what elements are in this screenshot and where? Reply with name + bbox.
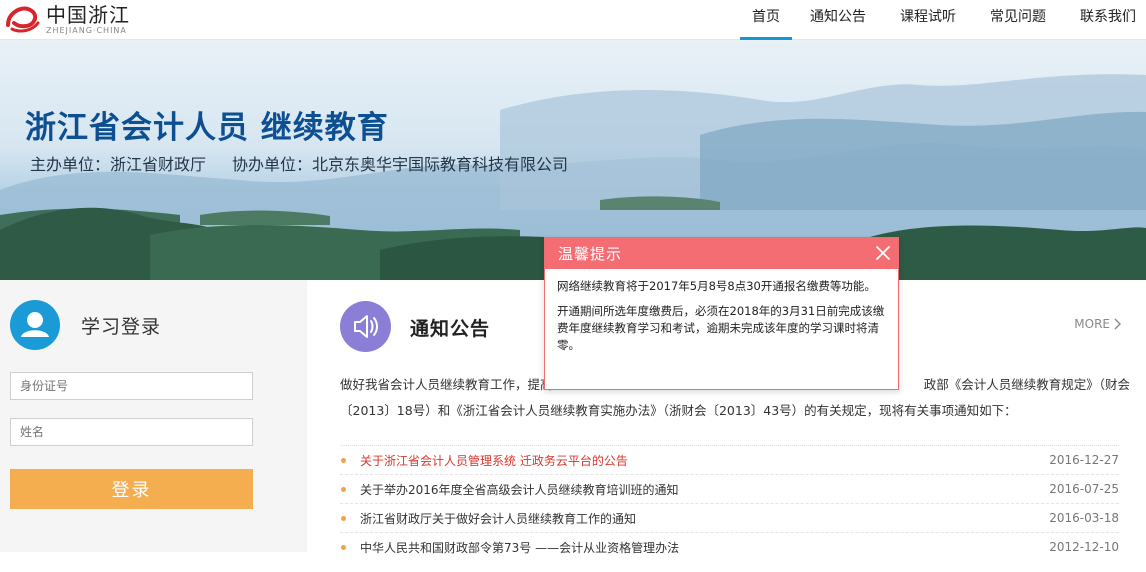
nav-home[interactable]: 首页 [740, 0, 792, 40]
more-link[interactable]: MORE [1074, 317, 1122, 331]
bullet-icon [341, 457, 346, 463]
notice-item-date: 2016-07-25 [1049, 482, 1119, 496]
notice-item-date: 2012-12-10 [1049, 540, 1119, 554]
co-host-text: 协办单位：北京东奥华宇国际教育科技有限公司 [232, 155, 569, 174]
notice-item-title[interactable]: 关于举办2016年度全省高级会计人员继续教育培训班的通知 [360, 481, 1049, 498]
notice-item-title[interactable]: 中华人民共和国财政部令第73号 ——会计从业资格管理办法 [360, 539, 1049, 556]
list-item[interactable]: 关于举办2016年度全省高级会计人员继续教育培训班的通知 2016-07-25 [340, 474, 1119, 503]
modal-title: 温馨提示 [558, 245, 623, 263]
site-logo[interactable]: 中国浙江 ZHEJIANG·CHINA [4, 0, 130, 38]
notice-item-title[interactable]: 关于浙江省会计人员管理系统 迁政务云平台的公告 [360, 452, 1049, 469]
list-item[interactable]: 中华人民共和国财政部令第73号 ——会计从业资格管理办法 2012-12-10 [340, 532, 1119, 561]
reminder-modal: 温馨提示 网络继续教育将于2017年5月8号8点30开通报名缴费等功能。 开通期… [544, 237, 899, 390]
logo-en-text: ZHEJIANG·CHINA [46, 25, 127, 35]
notice-title: 通知公告 [410, 318, 491, 340]
main-nav: 首页 通知公告 课程试听 常见问题 联系我们 [740, 0, 1146, 40]
intro-line-1-end: 政部《会计人员继续教育规定》（财会 [923, 377, 1130, 392]
list-item[interactable]: 浙江省财政厅关于做好会计人员继续教育工作的通知 2016-03-18 [340, 503, 1119, 532]
user-icon [10, 300, 60, 350]
modal-line-2: 开通期间所选年度缴费后，必须在2018年的3月31日前完成该缴费年度继续教育学习… [557, 304, 885, 352]
speaker-icon [340, 301, 391, 352]
notice-item-date: 2016-12-27 [1049, 453, 1119, 467]
nav-contact[interactable]: 联系我们 [1072, 0, 1144, 40]
chevron-right-icon [1114, 318, 1121, 330]
modal-line-1: 网络继续教育将于2017年5月8号8点30开通报名缴费等功能。 [557, 279, 876, 293]
close-icon[interactable] [873, 243, 893, 263]
notice-list: 关于浙江省会计人员管理系统 迁政务云平台的公告 2016-12-27 关于举办2… [340, 445, 1119, 561]
login-button[interactable]: 登录 [10, 469, 253, 509]
site-header: 中国浙江 ZHEJIANG·CHINA 首页 通知公告 课程试听 常见问题 联系… [0, 0, 1146, 40]
banner-subtitle: 主办单位：浙江省财政厅 协办单位：北京东奥华宇国际教育科技有限公司 [30, 151, 568, 175]
notice-item-date: 2016-03-18 [1049, 511, 1119, 525]
more-label: MORE [1074, 317, 1110, 331]
logo-mark-icon [6, 6, 40, 33]
bullet-icon [341, 486, 346, 492]
logo-cn-text: 中国浙江 [46, 2, 130, 27]
login-header: 学习登录 [10, 300, 161, 350]
bullet-icon [341, 515, 346, 521]
bullet-icon [341, 544, 346, 550]
nav-notices[interactable]: 通知公告 [802, 0, 874, 40]
intro-line-2: 〔2013〕18号）和《浙江省会计人员继续教育实施办法》（浙财会〔2013〕43… [340, 403, 1017, 418]
banner-title: 浙江省会计人员 继续教育 [25, 110, 389, 146]
name-input[interactable] [10, 418, 253, 446]
host-text: 主办单位：浙江省财政厅 [30, 155, 207, 174]
modal-body: 网络继续教育将于2017年5月8号8点30开通报名缴费等功能。 开通期间所选年度… [545, 269, 898, 354]
list-item[interactable]: 关于浙江省会计人员管理系统 迁政务云平台的公告 2016-12-27 [340, 445, 1119, 474]
login-panel: 学习登录 登录 [0, 280, 307, 552]
modal-header: 温馨提示 [545, 238, 898, 269]
id-number-input[interactable] [10, 372, 253, 400]
login-title: 学习登录 [81, 315, 162, 338]
nav-course-preview[interactable]: 课程试听 [892, 0, 964, 40]
intro-line-1-start: 做好我省会计人员继续教育工作，提高 [340, 377, 553, 392]
nav-faq[interactable]: 常见问题 [982, 0, 1054, 40]
notice-item-title[interactable]: 浙江省财政厅关于做好会计人员继续教育工作的通知 [360, 510, 1049, 527]
